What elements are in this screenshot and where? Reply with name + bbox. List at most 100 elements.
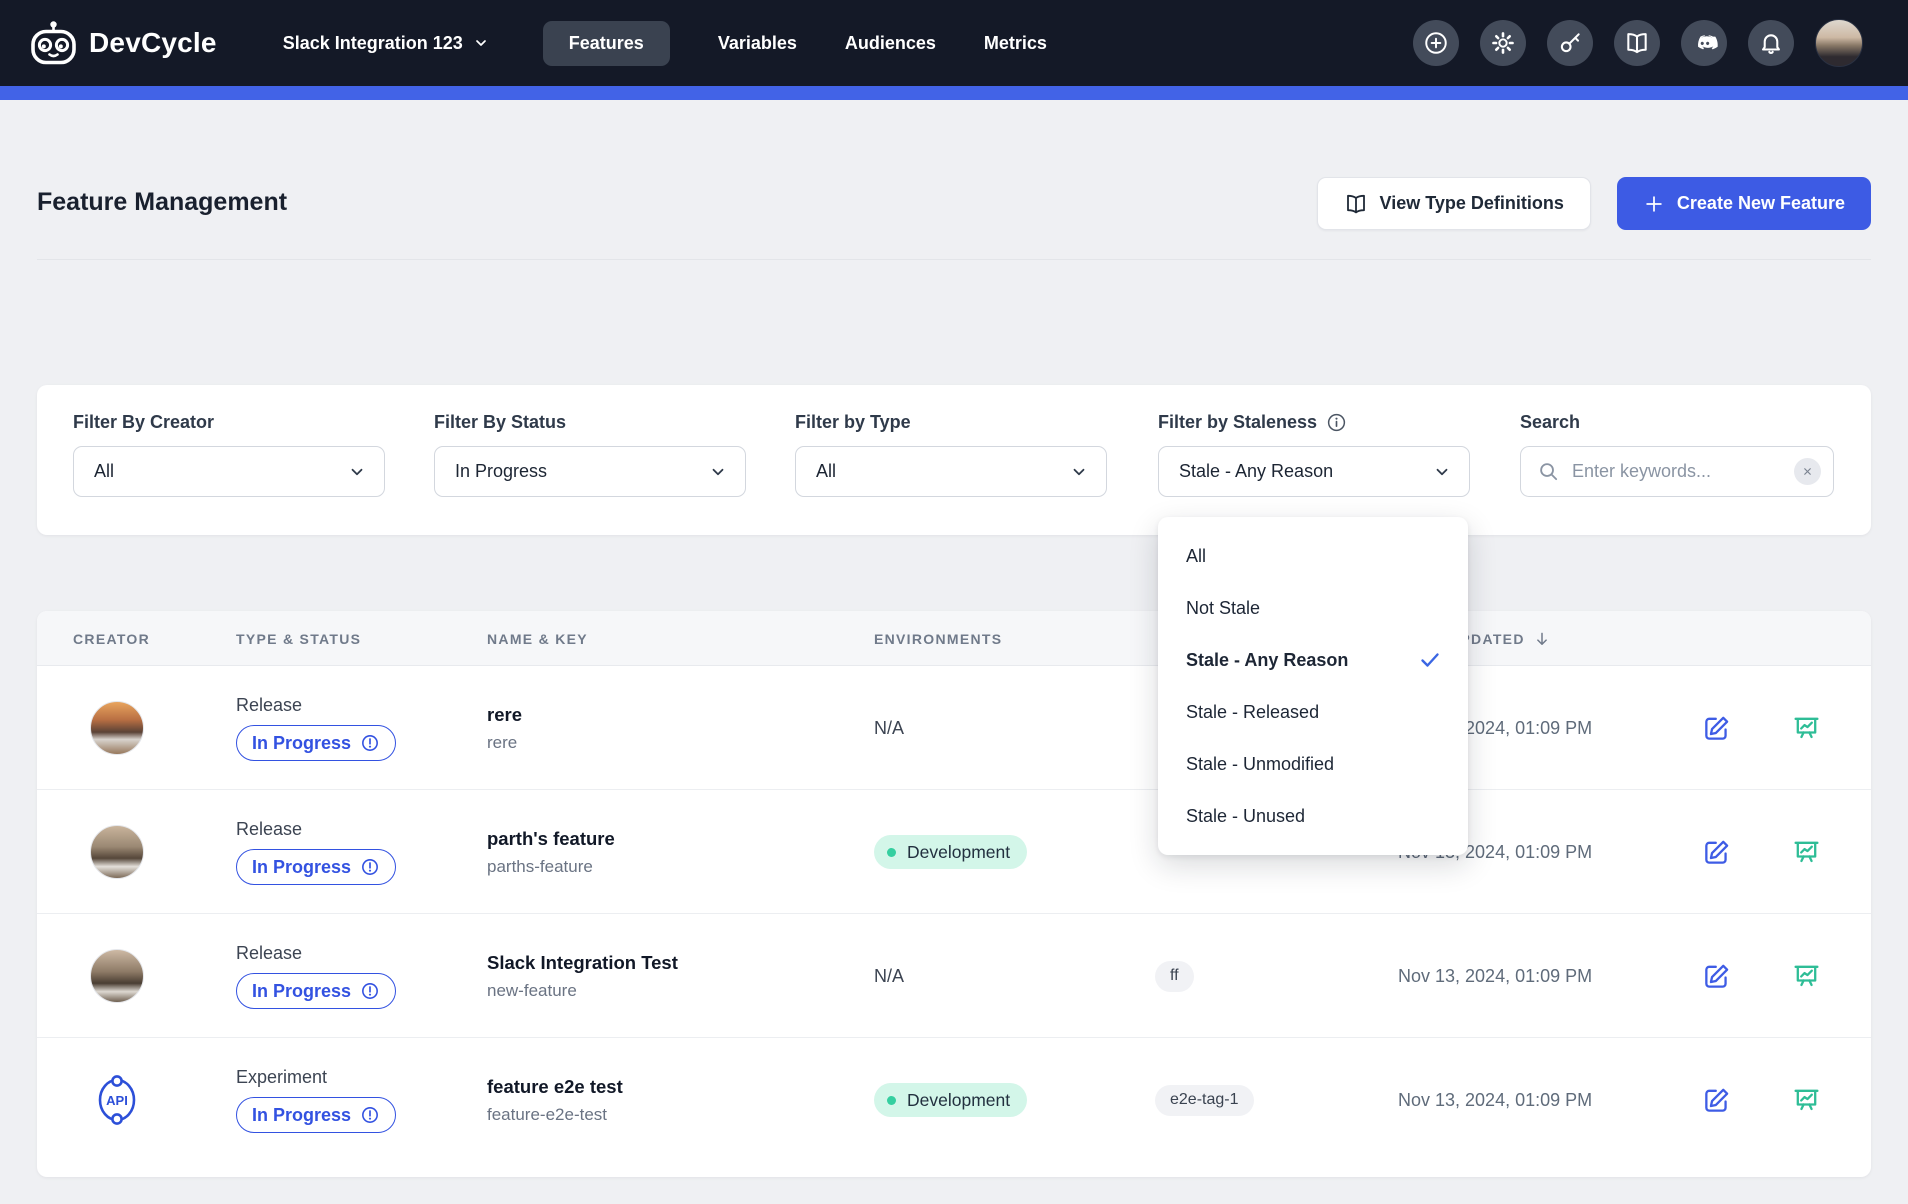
filter-type-label: Filter by Type	[795, 412, 911, 433]
edit-icon	[1702, 714, 1731, 743]
table-row[interactable]: API Experiment In Progress	[37, 1038, 1871, 1162]
notifications-button[interactable]	[1748, 20, 1794, 66]
filter-type-select[interactable]: All	[795, 446, 1107, 497]
edit-feature-button[interactable]	[1702, 1038, 1731, 1162]
info-icon[interactable]	[1326, 412, 1347, 433]
header-actions: View Type Definitions Create New Feature	[1317, 177, 1871, 230]
tab-features[interactable]: Features	[543, 21, 670, 66]
feature-tag: e2e-tag-1	[1155, 1085, 1254, 1116]
project-selector[interactable]: Slack Integration 123	[283, 33, 489, 54]
table-header: Creator Type & Status Name & Key Environ…	[37, 611, 1871, 666]
book-icon	[1344, 192, 1368, 216]
menu-item-not-stale[interactable]: Not Stale	[1158, 582, 1468, 634]
edit-feature-button[interactable]	[1702, 666, 1731, 790]
book-icon	[1624, 30, 1650, 56]
divider	[37, 259, 1871, 260]
presentation-chart-icon	[1792, 714, 1821, 743]
column-header-creator[interactable]: Creator	[73, 611, 150, 666]
devcycle-logo[interactable]: DevCycle	[30, 20, 217, 66]
environment-badge: Development	[874, 1083, 1027, 1117]
close-icon	[1802, 466, 1813, 477]
creator-avatar	[90, 825, 144, 879]
feature-tag: ff	[1155, 961, 1194, 992]
edit-feature-button[interactable]	[1702, 914, 1731, 1038]
search-label: Search	[1520, 412, 1580, 433]
status-badge: In Progress	[236, 1097, 396, 1133]
settings-button[interactable]	[1480, 20, 1526, 66]
feature-name[interactable]: parth's feature	[487, 828, 615, 850]
feature-type: Release	[236, 943, 396, 964]
key-icon	[1557, 30, 1583, 56]
exclamation-circle-icon	[360, 981, 380, 1001]
filter-creator-label: Filter By Creator	[73, 412, 214, 433]
chevron-down-icon	[709, 463, 727, 481]
tab-audiences[interactable]: Audiences	[845, 21, 936, 66]
environments-value: N/A	[874, 718, 904, 739]
feature-key: feature-e2e-test	[487, 1105, 623, 1125]
feature-name[interactable]: rere	[487, 704, 522, 726]
user-avatar[interactable]	[1815, 19, 1863, 67]
api-keys-button[interactable]	[1547, 20, 1593, 66]
sort-descending-icon	[1533, 630, 1551, 648]
view-type-definitions-button[interactable]: View Type Definitions	[1317, 177, 1591, 230]
project-name: Slack Integration 123	[283, 33, 463, 54]
environment-dot	[887, 1096, 896, 1105]
chevron-down-icon	[1070, 463, 1088, 481]
menu-item-stale-any-reason[interactable]: Stale - Any Reason	[1158, 634, 1468, 686]
tab-metrics[interactable]: Metrics	[984, 21, 1047, 66]
feature-metrics-button[interactable]	[1792, 1038, 1821, 1162]
check-icon	[1418, 648, 1442, 672]
column-header-environments[interactable]: Environments	[874, 611, 1002, 666]
plus-circle-icon	[1423, 30, 1449, 56]
table-row[interactable]: Release In Progress parth's feature part…	[37, 790, 1871, 914]
add-new-button[interactable]	[1413, 20, 1459, 66]
status-badge: In Progress	[236, 973, 396, 1009]
create-new-feature-button[interactable]: Create New Feature	[1617, 177, 1871, 230]
search-input[interactable]	[1572, 461, 1782, 482]
column-header-name-key[interactable]: Name & Key	[487, 611, 588, 666]
feature-type: Release	[236, 695, 396, 716]
staleness-dropdown-menu: All Not Stale Stale - Any Reason Stale -…	[1158, 517, 1468, 855]
features-table: Creator Type & Status Name & Key Environ…	[37, 611, 1871, 1177]
menu-item-stale-unused[interactable]: Stale - Unused	[1158, 790, 1468, 842]
chevron-down-icon	[348, 463, 366, 481]
top-navbar: DevCycle Slack Integration 123 Features …	[0, 0, 1908, 86]
exclamation-circle-icon	[360, 857, 380, 877]
discord-button[interactable]	[1681, 20, 1727, 66]
environments-value: N/A	[874, 966, 904, 987]
clear-search-button[interactable]	[1794, 458, 1821, 485]
feature-name[interactable]: feature e2e test	[487, 1076, 623, 1098]
feature-type: Release	[236, 819, 396, 840]
chevron-down-icon	[473, 35, 489, 51]
status-badge: In Progress	[236, 849, 396, 885]
feature-metrics-button[interactable]	[1792, 914, 1821, 1038]
devcycle-robot-icon	[30, 20, 77, 66]
table-row[interactable]: Release In Progress rere rere	[37, 666, 1871, 790]
column-header-type-status[interactable]: Type & Status	[236, 611, 361, 666]
search-box	[1520, 446, 1834, 497]
environment-dot	[887, 848, 896, 857]
menu-item-all[interactable]: All	[1158, 530, 1468, 582]
edit-icon	[1702, 1086, 1731, 1115]
filter-creator-select[interactable]: All	[73, 446, 385, 497]
feature-metrics-button[interactable]	[1792, 790, 1821, 914]
documentation-button[interactable]	[1614, 20, 1660, 66]
creator-avatar	[90, 701, 144, 755]
status-badge: In Progress	[236, 725, 396, 761]
filter-status-select[interactable]: In Progress	[434, 446, 746, 497]
plus-icon	[1643, 193, 1665, 215]
api-creator-icon: API	[90, 1073, 144, 1127]
feature-metrics-button[interactable]	[1792, 666, 1821, 790]
filter-staleness-label: Filter by Staleness	[1158, 412, 1347, 433]
tab-variables[interactable]: Variables	[718, 21, 797, 66]
edit-feature-button[interactable]	[1702, 790, 1731, 914]
search-icon	[1537, 460, 1560, 483]
exclamation-circle-icon	[360, 733, 380, 753]
filter-staleness-select[interactable]: Stale - Any Reason	[1158, 446, 1470, 497]
updated-date: Nov 13, 2024, 01:09 PM	[1398, 966, 1592, 987]
menu-item-stale-released[interactable]: Stale - Released	[1158, 686, 1468, 738]
feature-name[interactable]: Slack Integration Test	[487, 952, 678, 974]
menu-item-stale-unmodified[interactable]: Stale - Unmodified	[1158, 738, 1468, 790]
svg-text:API: API	[106, 1093, 128, 1108]
table-row[interactable]: Release In Progress Slack Integration Te…	[37, 914, 1871, 1038]
